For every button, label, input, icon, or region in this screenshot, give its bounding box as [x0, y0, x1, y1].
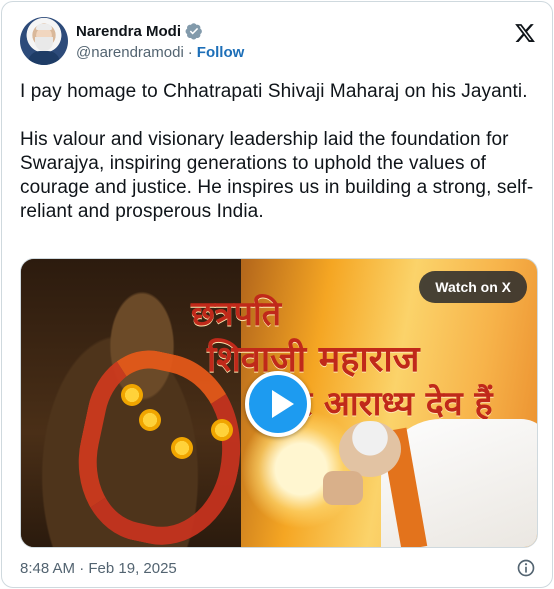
tweet-card: Narendra Modi @narendramodi · Follow I p… — [1, 1, 553, 588]
marigold-flower — [171, 437, 193, 459]
author-handle-row: @narendramodi · Follow — [76, 44, 244, 61]
play-icon[interactable] — [245, 371, 311, 437]
tweet-paragraph: I pay homage to Chhatrapati Shivaji Maha… — [20, 81, 528, 102]
marigold-flower — [121, 384, 143, 406]
person-bowing-image — [321, 409, 537, 547]
info-icon[interactable] — [516, 558, 536, 578]
video-player[interactable]: छत्रपति शिवाजी महाराज हमारे आराध्य देव ह… — [20, 258, 538, 548]
marigold-flower — [139, 409, 161, 431]
timestamp-link[interactable]: 8:48 AM · Feb 19, 2025 — [20, 560, 177, 577]
watch-on-x-button[interactable]: Watch on X — [419, 271, 527, 303]
marigold-flower — [211, 419, 233, 441]
overlay-text-line1: छत्रपति — [191, 294, 282, 334]
overlay-text-line2: शिवाजी महाराज — [207, 339, 420, 380]
avatar[interactable] — [20, 17, 68, 65]
tweet-header: Narendra Modi @narendramodi · Follow — [20, 16, 538, 66]
verified-badge-icon — [185, 23, 202, 40]
tweet-footer: 8:48 AM · Feb 19, 2025 — [20, 558, 538, 578]
author-handle[interactable]: @narendramodi — [76, 44, 184, 61]
author-name[interactable]: Narendra Modi — [76, 23, 181, 40]
tweet-text: I pay homage to Chhatrapati Shivaji Maha… — [20, 80, 538, 248]
x-logo-icon[interactable] — [514, 22, 536, 44]
follow-button[interactable]: Follow — [197, 44, 245, 61]
tweet-paragraph: His valour and visionary leadership laid… — [20, 129, 534, 222]
separator-dot: · — [187, 44, 193, 61]
author-name-row: Narendra Modi — [76, 22, 203, 40]
